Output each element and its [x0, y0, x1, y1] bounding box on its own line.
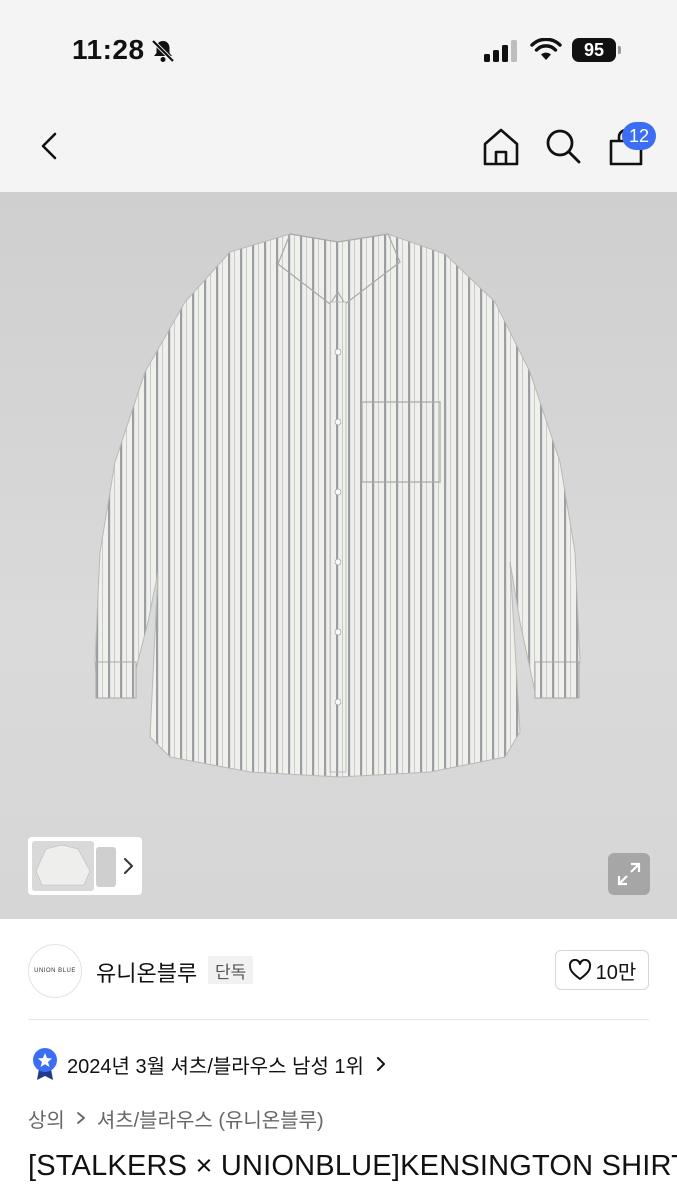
brand-name-link[interactable]: 유니온블루	[96, 956, 197, 988]
status-bar: 11:28 95	[0, 0, 677, 100]
search-icon[interactable]	[543, 126, 583, 166]
ranking-text: 2024년 3월 셔츠/블라우스 남성 1위	[67, 1055, 364, 1078]
thumbnail-image[interactable]	[32, 841, 94, 891]
ranking-medal-icon	[33, 1048, 57, 1080]
breadcrumb-subcategory[interactable]: 셔츠/블라우스 (유니온블루)	[97, 1104, 324, 1133]
battery-icon: 95	[572, 38, 622, 62]
nav-bar	[0, 100, 677, 192]
heart-icon	[568, 959, 591, 980]
thumbnail-image-2[interactable]	[96, 847, 116, 887]
cart-count-badge: 12	[622, 122, 656, 150]
brand-row: UNION BLUE 유니온블루 단독 10만	[0, 920, 677, 1020]
brand-logo-text: UNION BLUE	[34, 968, 76, 974]
signal-icon	[484, 40, 517, 62]
chevron-right-icon	[76, 1112, 85, 1124]
breadcrumb: 상의 셔츠/블라우스 (유니온블루)	[28, 1103, 324, 1133]
brand-logo[interactable]: UNION BLUE	[28, 944, 82, 998]
wifi-icon	[530, 38, 562, 60]
ranking-link[interactable]: 2024년 3월 셔츠/블라우스 남성 1위	[28, 1046, 388, 1082]
like-button[interactable]: 10만	[555, 950, 649, 990]
status-time: 11:28	[72, 34, 145, 65]
striped-shirt-image	[94, 233, 581, 778]
divider	[28, 1019, 649, 1020]
expand-button[interactable]	[608, 853, 650, 895]
product-image[interactable]	[0, 192, 677, 919]
exclusive-badge: 단독	[208, 956, 254, 984]
expand-icon	[617, 862, 641, 886]
home-icon[interactable]	[480, 126, 522, 168]
product-title: [STALKERS × UNIONBLUE]KENSINGTON SHIRT	[28, 1150, 677, 1182]
back-chevron-icon[interactable]	[30, 126, 70, 166]
like-count: 10만	[595, 961, 637, 984]
chevron-right-icon[interactable]	[120, 855, 136, 877]
thumbnail-strip[interactable]	[28, 837, 142, 895]
battery-level: 95	[572, 38, 616, 62]
breadcrumb-category[interactable]: 상의	[28, 1104, 65, 1133]
chevron-right-icon	[376, 1057, 385, 1071]
bell-slash-icon	[151, 39, 175, 63]
